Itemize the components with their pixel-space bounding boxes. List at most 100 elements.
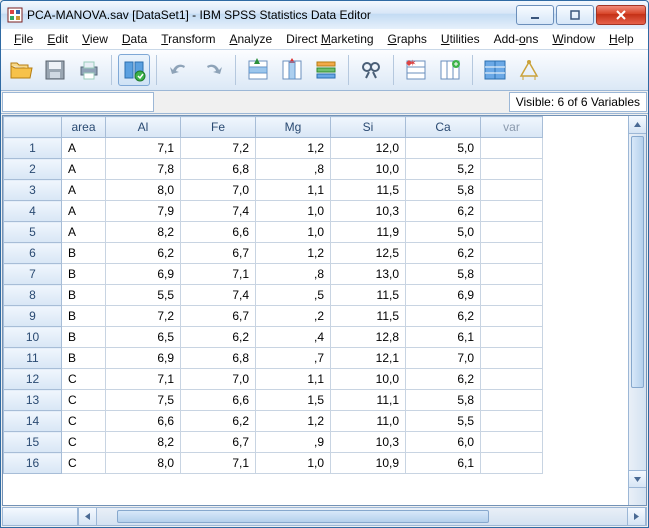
cell-empty[interactable] [481,327,543,348]
menu-utilities[interactable]: Utilities [434,30,487,48]
col-header-si[interactable]: Si [331,117,406,138]
cell[interactable]: 7,5 [106,390,181,411]
row-header[interactable]: 4 [4,201,62,222]
cell[interactable]: B [62,306,106,327]
cell-empty[interactable] [481,201,543,222]
save-button[interactable] [39,54,71,86]
row-header[interactable]: 9 [4,306,62,327]
cell[interactable]: 13,0 [331,264,406,285]
cell[interactable]: A [62,159,106,180]
cell[interactable]: 6,2 [406,306,481,327]
cell[interactable]: 10,0 [331,369,406,390]
cell[interactable]: 8,2 [106,432,181,453]
cell-empty[interactable] [481,180,543,201]
cell[interactable]: 11,1 [331,390,406,411]
goto-variable-button[interactable] [276,54,308,86]
menu-data[interactable]: Data [115,30,154,48]
cell[interactable]: A [62,180,106,201]
cell[interactable]: 7,1 [106,369,181,390]
col-header-fe[interactable]: Fe [181,117,256,138]
col-header-ca[interactable]: Ca [406,117,481,138]
cell[interactable]: 1,1 [256,369,331,390]
menu-help[interactable]: Help [602,30,641,48]
cell[interactable]: 5,2 [406,159,481,180]
scroll-down-icon[interactable] [629,470,646,488]
cell[interactable]: 10,3 [331,432,406,453]
cell[interactable]: ,9 [256,432,331,453]
cell[interactable]: 5,8 [406,390,481,411]
open-button[interactable] [5,54,37,86]
scroll-thumb-vertical[interactable] [631,136,644,388]
cell[interactable]: 8,0 [106,180,181,201]
cell[interactable]: 7,0 [181,180,256,201]
col-header-mg[interactable]: Mg [256,117,331,138]
menu-transform[interactable]: Transform [154,30,222,48]
cell[interactable]: C [62,390,106,411]
cell[interactable]: 6,2 [181,411,256,432]
cell[interactable]: ,4 [256,327,331,348]
cell[interactable]: 6,7 [181,306,256,327]
cell[interactable]: 6,2 [106,243,181,264]
col-header-area[interactable]: area [62,117,106,138]
cell[interactable]: 1,0 [256,222,331,243]
undo-button[interactable] [163,54,195,86]
insert-variable-button[interactable] [434,54,466,86]
row-header[interactable]: 7 [4,264,62,285]
cell-empty[interactable] [481,411,543,432]
cell[interactable]: 12,0 [331,138,406,159]
menu-direct-marketing[interactable]: Direct Marketing [279,30,380,48]
find-button[interactable] [355,54,387,86]
cell[interactable]: 1,0 [256,201,331,222]
cell[interactable]: 7,1 [181,264,256,285]
split-file-button[interactable] [479,54,511,86]
cell[interactable]: 5,5 [406,411,481,432]
cell[interactable]: 6,6 [106,411,181,432]
cell[interactable]: ,8 [256,264,331,285]
cell[interactable]: 6,7 [181,432,256,453]
cell[interactable]: 7,1 [106,138,181,159]
cell[interactable]: 11,9 [331,222,406,243]
cell[interactable]: 6,1 [406,453,481,474]
cell-empty[interactable] [481,222,543,243]
cell[interactable]: 7,0 [181,369,256,390]
cell[interactable]: C [62,432,106,453]
menu-window[interactable]: Window [545,30,602,48]
vertical-scrollbar[interactable] [628,116,646,505]
cell[interactable]: ,8 [256,159,331,180]
cell[interactable]: 5,8 [406,264,481,285]
cell[interactable]: 11,5 [331,180,406,201]
sheet-tab-stub[interactable] [3,508,78,525]
cell[interactable]: 6,7 [181,243,256,264]
titlebar[interactable]: PCA-MANOVA.sav [DataSet1] - IBM SPSS Sta… [1,1,648,29]
cell[interactable]: ,7 [256,348,331,369]
cell[interactable]: A [62,201,106,222]
cell[interactable]: 5,0 [406,138,481,159]
row-header[interactable]: 14 [4,411,62,432]
cell-empty[interactable] [481,453,543,474]
cell[interactable]: 5,0 [406,222,481,243]
cell[interactable]: ,2 [256,306,331,327]
corner-cell[interactable] [4,117,62,138]
cell[interactable]: B [62,264,106,285]
row-header[interactable]: 3 [4,180,62,201]
cell[interactable]: 6,2 [406,369,481,390]
cell[interactable]: 7,2 [106,306,181,327]
cell[interactable]: 6,0 [406,432,481,453]
cell[interactable]: C [62,369,106,390]
cell[interactable]: A [62,138,106,159]
cell[interactable]: 10,9 [331,453,406,474]
row-header[interactable]: 6 [4,243,62,264]
close-button[interactable] [596,5,646,25]
redo-button[interactable] [197,54,229,86]
goto-case-button[interactable] [242,54,274,86]
cell[interactable]: 7,1 [181,453,256,474]
cell[interactable]: 12,1 [331,348,406,369]
cell[interactable]: 6,9 [406,285,481,306]
cell-empty[interactable] [481,348,543,369]
cell-empty[interactable] [481,264,543,285]
cell-empty[interactable] [481,138,543,159]
cell[interactable]: C [62,411,106,432]
cell-empty[interactable] [481,390,543,411]
cell[interactable]: 6,8 [181,159,256,180]
cell[interactable]: A [62,222,106,243]
